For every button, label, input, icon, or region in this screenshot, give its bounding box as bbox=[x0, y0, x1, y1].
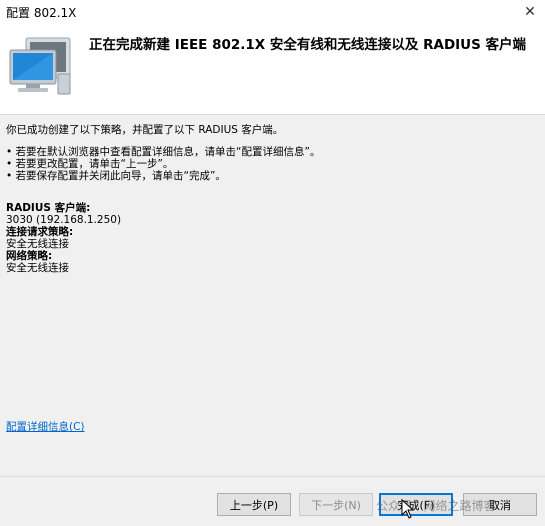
next-button[interactable]: 下一步(N) bbox=[299, 493, 373, 516]
mouse-cursor-icon bbox=[401, 499, 415, 519]
configuration-details-link[interactable]: 配置详细信息(C) bbox=[6, 421, 85, 433]
window-title: 配置 802.1X bbox=[6, 6, 77, 20]
footer-divider bbox=[0, 476, 545, 477]
close-icon[interactable]: ✕ bbox=[515, 0, 545, 24]
network-policy-label: 网络策略: bbox=[6, 250, 53, 262]
back-button[interactable]: 上一步(P) bbox=[217, 493, 291, 516]
instruction-item: • 若要保存配置并关闭此向导，请单击“完成”。 bbox=[6, 170, 226, 182]
connection-policy-value: 安全无线连接 bbox=[6, 238, 69, 250]
instruction-item: • 若要更改配置，请单击“上一步”。 bbox=[6, 158, 174, 170]
wizard-window: 配置 802.1X ✕ 正在完成新建 IEEE 802.1X 安全有线和无线连接… bbox=[0, 0, 545, 526]
summary-details: RADIUS 客户端: 3030 (192.168.1.250) 连接请求策略:… bbox=[6, 202, 121, 274]
wizard-content: 你已成功创建了以下策略，并配置了以下 RADIUS 客户端。 • 若要在默认浏览… bbox=[0, 116, 545, 476]
finish-button[interactable]: 完成(F) bbox=[379, 493, 453, 516]
network-computer-icon bbox=[9, 37, 71, 95]
title-bar: 配置 802.1X ✕ bbox=[0, 0, 545, 24]
radius-client-value: 3030 (192.168.1.250) bbox=[6, 214, 122, 226]
instruction-list: • 若要在默认浏览器中查看配置详细信息，请单击“配置详细信息”。 • 若要更改配… bbox=[6, 146, 320, 182]
network-policy-value: 安全无线连接 bbox=[6, 262, 69, 274]
connection-policy-label: 连接请求策略: bbox=[6, 226, 74, 238]
intro-text: 你已成功创建了以下策略，并配置了以下 RADIUS 客户端。 bbox=[6, 124, 284, 136]
wizard-header: 正在完成新建 IEEE 802.1X 安全有线和无线连接以及 RADIUS 客户… bbox=[0, 24, 545, 115]
cancel-button[interactable]: 取消 bbox=[463, 493, 537, 516]
page-heading: 正在完成新建 IEEE 802.1X 安全有线和无线连接以及 RADIUS 客户… bbox=[89, 37, 527, 53]
radius-client-label: RADIUS 客户端: bbox=[6, 202, 91, 214]
instruction-item: • 若要在默认浏览器中查看配置详细信息，请单击“配置详细信息”。 bbox=[6, 146, 321, 158]
